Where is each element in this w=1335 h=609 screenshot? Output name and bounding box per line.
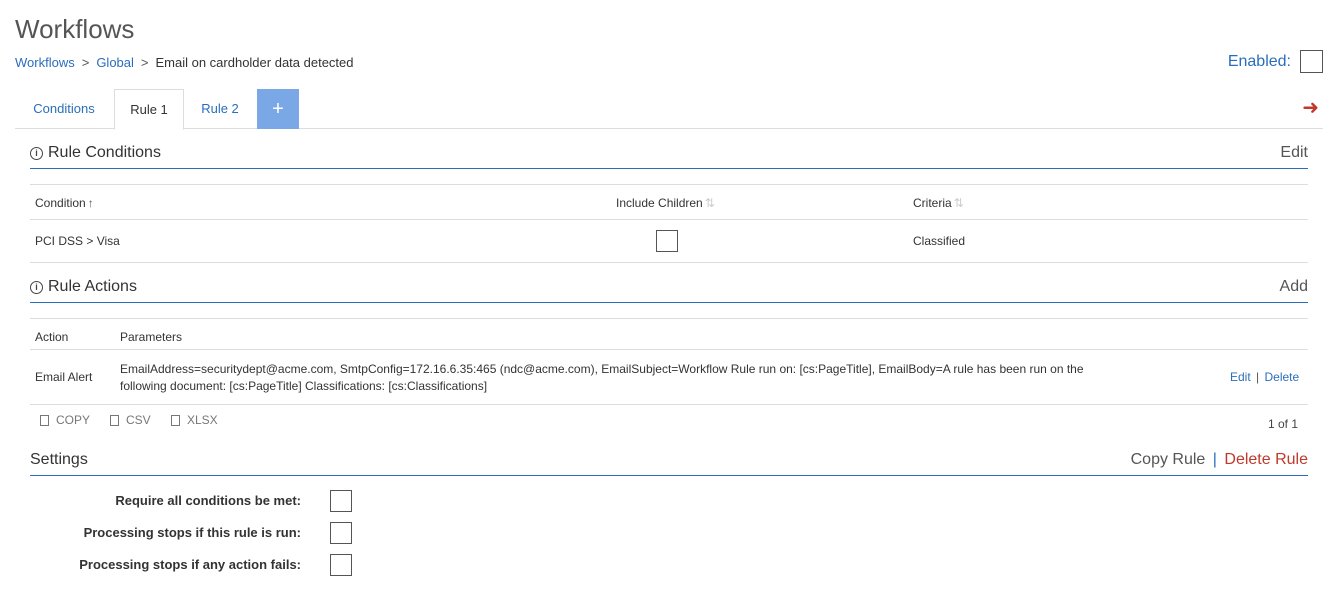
add-action-button[interactable]: Add [1280,278,1308,296]
tab-rule-1[interactable]: Rule 1 [114,89,184,130]
breadcrumb-global[interactable]: Global [96,55,134,70]
edit-action-link[interactable]: Edit [1230,370,1251,384]
row-actions: Edit | Delete [1230,370,1299,384]
pagination-info: 1 of 1 [1267,417,1298,431]
arrow-right-icon[interactable]: ➜ [1302,95,1319,120]
info-icon[interactable]: i [30,146,43,160]
column-header-condition[interactable]: Condition ↑ [35,196,94,210]
breadcrumb-current: Email on cardholder data detected [155,55,354,70]
setting-label-stop-on-fail: Processing stops if any action fails: [79,557,301,572]
divider [30,404,1308,405]
rule-actions-header: i Rule Actions Add [30,275,1308,303]
sort-icon: ⇅ [704,196,715,210]
breadcrumb-separator: > [81,55,90,70]
column-header-label: Criteria [913,196,952,210]
criteria-value: Classified [913,234,966,248]
delete-rule-button[interactable]: Delete Rule [1224,451,1308,468]
stop-on-run-checkbox[interactable] [330,522,352,544]
action-name: Email Alert [35,370,93,384]
copy-label: COPY [56,413,91,427]
sort-icon: ⇅ [953,196,964,210]
breadcrumb: Workflows > Global > Email on cardholder dat… [15,55,354,70]
file-excel-icon [171,414,180,426]
enabled-label: Enabled: [1227,52,1291,70]
copy-button[interactable]: COPY [40,413,90,427]
condition-link[interactable]: PCI DSS > Visa [35,234,120,248]
clipboard-icon [40,414,49,426]
enabled-toggle: Enabled: [1228,50,1323,73]
require-all-checkbox[interactable] [330,490,352,512]
info-icon[interactable]: i [30,280,43,294]
enabled-checkbox[interactable] [1300,50,1323,73]
divider [30,349,1308,350]
separator: | [1212,451,1217,468]
sort-asc-icon: ↑ [87,196,94,210]
edit-conditions-button[interactable]: Edit [1280,144,1308,162]
tab-bar: Conditions Rule 1 Rule 2 + ➜ [15,89,1323,130]
divider [30,219,1308,220]
add-rule-button[interactable]: + [257,89,299,129]
setting-label-require-all: Require all conditions be met: [115,493,301,508]
settings-actions: Copy Rule | Delete Rule [1131,451,1308,469]
csv-button[interactable]: CSV [110,413,151,427]
rule-conditions-label: Rule Conditions [48,144,161,161]
divider [30,184,1308,185]
csv-label: CSV [126,413,151,427]
column-header-label: Include Children [616,196,703,210]
settings-title: Settings [30,451,88,468]
stop-on-fail-checkbox[interactable] [330,554,352,576]
column-header-parameters: Parameters [120,330,183,344]
rule-conditions-header: i Rule Conditions Edit [30,141,1308,169]
xlsx-button[interactable]: XLSX [171,413,218,427]
file-csv-icon [110,414,119,426]
separator: | [1256,370,1260,384]
column-header-label: Condition [35,196,86,210]
tab-conditions[interactable]: Conditions [15,89,113,129]
column-header-action: Action [35,330,69,344]
column-header-include-children[interactable]: Include Children ⇅ [616,196,715,210]
action-parameters-line-1: EmailAddress=securitydept@acme.com, Smtp… [120,362,1084,376]
page-title: Workflows [15,14,135,44]
tab-rule-2[interactable]: Rule 2 [185,89,255,129]
divider [30,318,1308,319]
breadcrumb-workflows[interactable]: Workflows [15,55,75,70]
divider [30,262,1308,263]
setting-label-stop-on-run: Processing stops if this rule is run: [83,525,301,540]
rule-actions-label: Rule Actions [48,278,137,295]
delete-action-link[interactable]: Delete [1265,370,1300,384]
include-children-checkbox[interactable] [656,230,678,252]
settings-header: Settings Copy Rule | Delete Rule [30,448,1308,476]
rule-conditions-title: i Rule Conditions [30,144,161,162]
xlsx-label: XLSX [187,413,218,427]
action-parameters-line-2: following document: [cs:PageTitle] Class… [120,379,488,393]
breadcrumb-separator: > [140,55,149,70]
copy-rule-button[interactable]: Copy Rule [1131,451,1206,468]
rule-actions-title: i Rule Actions [30,278,137,296]
column-header-criteria[interactable]: Criteria ⇅ [913,196,964,210]
